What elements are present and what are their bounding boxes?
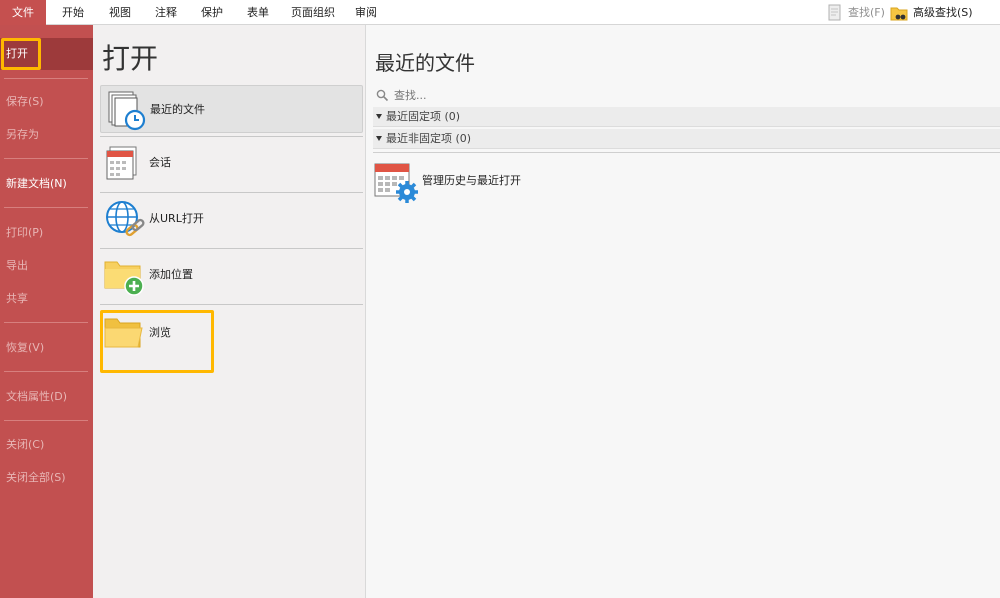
option-divider <box>100 304 363 305</box>
option-recent-files[interactable]: 最近的文件 <box>100 85 363 133</box>
tab-view[interactable]: 视图 <box>101 0 139 25</box>
option-divider <box>100 192 363 193</box>
tab-home[interactable]: 开始 <box>54 0 92 25</box>
manage-history-button[interactable]: 管理历史与最近打开 <box>373 158 573 204</box>
highlight-open-box <box>1 38 41 70</box>
menu-export[interactable]: 导出 <box>0 256 93 276</box>
option-label: 添加位置 <box>149 268 193 281</box>
tab-page-organize[interactable]: 页面组织 <box>284 0 342 25</box>
recent-search-box <box>374 86 1000 105</box>
folder-binoculars-icon <box>890 7 908 21</box>
option-open-from-url[interactable]: 从URL打开 <box>100 195 363 243</box>
option-divider <box>100 248 363 249</box>
recent-files-title: 最近的文件 <box>375 51 475 75</box>
file-menu-sidebar: 打开 保存(S) 另存为 新建文档(N) 打印(P) 导出 共享 恢复(V) 文… <box>0 25 93 598</box>
menu-divider <box>4 322 88 323</box>
collapse-triangle-icon <box>376 114 382 119</box>
menu-new-document[interactable]: 新建文档(N) <box>0 174 93 194</box>
menu-document-properties[interactable]: 文档属性(D) <box>0 387 93 407</box>
calendar-gear-icon <box>374 163 418 203</box>
advanced-find-label: 高级查找(S) <box>913 6 973 19</box>
group-label: 最近非固定项 (0) <box>386 132 472 145</box>
recent-divider <box>373 152 1000 153</box>
option-label: 会话 <box>149 156 171 169</box>
highlight-browse-box <box>100 310 214 373</box>
menu-divider <box>4 371 88 372</box>
menu-print[interactable]: 打印(P) <box>0 223 93 243</box>
search-icon <box>376 89 389 102</box>
tab-form[interactable]: 表单 <box>239 0 277 25</box>
menu-close[interactable]: 关闭(C) <box>0 435 93 455</box>
menu-save[interactable]: 保存(S) <box>0 92 93 112</box>
option-label: 最近的文件 <box>150 103 205 116</box>
recent-files-icon <box>108 91 146 131</box>
folder-add-icon <box>104 261 144 296</box>
ribbon-tab-bar: 文件 开始 视图 注释 保护 表单 页面组织 审阅 查找(F) 高级查找(S) <box>0 0 1000 25</box>
globe-link-icon <box>106 201 145 237</box>
collapse-triangle-icon <box>376 136 382 141</box>
menu-close-all[interactable]: 关闭全部(S) <box>0 468 93 488</box>
menu-divider <box>4 207 88 208</box>
manage-history-label: 管理历史与最近打开 <box>422 174 521 187</box>
tab-review[interactable]: 审阅 <box>348 0 384 25</box>
find-label: 查找(F) <box>848 6 885 19</box>
menu-divider <box>4 158 88 159</box>
option-add-location[interactable]: 添加位置 <box>100 251 363 299</box>
menu-share[interactable]: 共享 <box>0 289 93 309</box>
find-document-icon <box>828 4 841 21</box>
group-pinned-recent[interactable]: 最近固定项 (0) <box>373 107 1000 127</box>
option-divider <box>100 136 363 137</box>
menu-restore[interactable]: 恢复(V) <box>0 338 93 358</box>
tab-file[interactable]: 文件 <box>0 0 46 25</box>
menu-save-as[interactable]: 另存为 <box>0 125 93 145</box>
group-unpinned-recent[interactable]: 最近非固定项 (0) <box>373 129 1000 149</box>
option-session[interactable]: 会话 <box>100 139 363 187</box>
tab-comment[interactable]: 注释 <box>147 0 185 25</box>
menu-divider <box>4 420 88 421</box>
tab-protect[interactable]: 保护 <box>193 0 231 25</box>
menu-divider <box>4 78 88 79</box>
advanced-find-button[interactable]: 高级查找(S) <box>890 0 995 25</box>
find-button[interactable]: 查找(F) <box>826 0 886 25</box>
group-label: 最近固定项 (0) <box>386 110 461 123</box>
open-panel-title: 打开 <box>102 42 159 75</box>
option-label: 从URL打开 <box>149 212 204 225</box>
session-icon <box>106 146 137 180</box>
search-input[interactable] <box>394 86 994 105</box>
recent-files-panel: 最近的文件 最近固定项 (0) 最近非固定项 (0) <box>367 25 1000 598</box>
